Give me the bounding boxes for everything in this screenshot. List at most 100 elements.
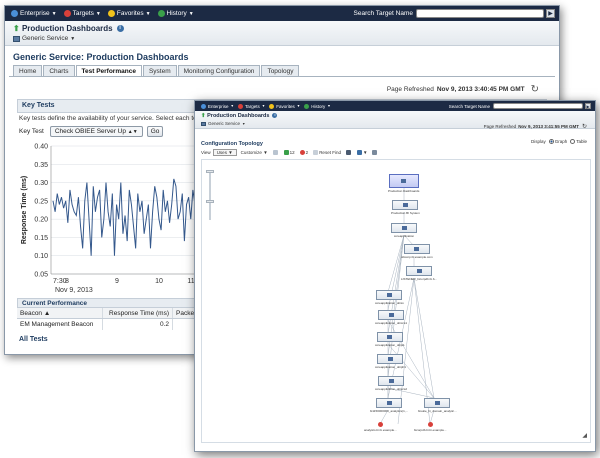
x-tick-label: 8 <box>65 278 69 285</box>
node-coreapplication[interactable]: coreapplication <box>391 223 417 238</box>
status-down-icon <box>427 422 433 427</box>
sort-ascending-icon[interactable]: ▲ <box>44 310 50 317</box>
layout-icon[interactable] <box>272 150 279 155</box>
page-header: ⬆ Production Dashboards i Generic Service… <box>5 21 559 46</box>
node-obisv[interactable]: coreapplication_obisv <box>375 290 404 305</box>
service-menu[interactable]: Generic Service ▼ <box>201 121 245 126</box>
x-date-label: Nov 9, 2013 <box>55 287 93 294</box>
menu-favorites[interactable]: Favorites ▼ <box>269 103 300 109</box>
node-production-dashboards[interactable]: Production Dashboards <box>388 174 419 193</box>
info-icon[interactable]: i <box>272 113 278 119</box>
top-menu-bar: Enterprise ▼ Targets ▼ Favorites ▼ History ▼… <box>5 6 559 21</box>
page-refreshed: Page Refreshed Nov 9, 2013 3:41:55 PM GMT… <box>483 123 587 130</box>
y-tick-label: 0.10 <box>34 253 48 260</box>
up-status-icon: ⬆ <box>201 113 206 119</box>
performance-table-header: Beacon ▲ Response Time (ms) Packetl <box>17 308 199 319</box>
find-icon <box>313 150 319 155</box>
graph-radio[interactable] <box>548 139 554 144</box>
front-window: Enterprise ▼ Targets ▼ Favorites ▼ History ▼… <box>194 100 596 452</box>
print-icon[interactable] <box>345 150 352 155</box>
topology-canvas[interactable]: Production Dashboards Production BI Syst… <box>201 159 591 443</box>
section-title: Generic Service: Production Dashboards <box>13 52 189 62</box>
topology-toolbar: View Uses ▼ Customize ▼ 12 2 Reset Find … <box>201 149 383 156</box>
response-time-chart: 0.400.350.300.250.200.150.100.057:308 9 10… <box>21 144 197 294</box>
app-icon <box>387 357 393 361</box>
options-menu[interactable]: ▼ <box>356 150 367 155</box>
current-performance-header: Current Performance <box>17 298 199 308</box>
search-go-button[interactable]: ▶ <box>546 9 555 18</box>
menu-history[interactable]: History ▼ <box>157 10 194 17</box>
menu-targets[interactable]: Targets ▼ <box>63 10 101 17</box>
key-test-select[interactable]: Check OBIEE Server Up ▲▼ <box>49 126 143 137</box>
key-tests-description: Key tests define the availability of you… <box>19 115 222 122</box>
response-time-series <box>52 178 196 256</box>
up-count[interactable]: 12 <box>283 150 295 155</box>
app-icon <box>386 293 392 297</box>
node-obiccs2[interactable]: coreapplication_obiccs2 <box>375 376 407 391</box>
node-analytics-deployment[interactable]: bi1150000000_analytics(1,... <box>370 398 408 413</box>
app-icon <box>387 335 393 339</box>
targets-icon <box>237 103 243 109</box>
refresh-icon[interactable]: ↻ <box>531 84 539 95</box>
dashboard-icon <box>401 179 407 183</box>
node-listener[interactable]: LISTENER_bicorpdb.bi.b... <box>401 266 437 281</box>
menu-enterprise[interactable]: Enterprise ▼ <box>201 103 234 109</box>
tab-divider <box>9 76 555 77</box>
host-icon <box>414 247 420 251</box>
y-tick-label: 0.15 <box>34 235 48 242</box>
y-tick-label: 0.30 <box>34 180 48 187</box>
refresh-icon[interactable]: ↻ <box>582 123 587 130</box>
search-label: Search Target Name <box>353 10 414 17</box>
y-tick-label: 0.20 <box>34 217 48 224</box>
search-go-button[interactable]: ▶ <box>585 103 591 109</box>
info-icon[interactable]: i <box>116 25 124 33</box>
col-beacon[interactable]: Beacon ▲ <box>17 308 103 318</box>
node-obiph1[interactable]: coreapplication_obiph1 <box>375 354 406 369</box>
menu-history[interactable]: History ▼ <box>304 103 331 109</box>
node-host[interactable]: obicorp.bi.example.com <box>401 244 433 259</box>
app-icon <box>388 313 394 317</box>
tools-icon[interactable] <box>372 150 378 155</box>
table-radio[interactable] <box>570 139 576 144</box>
cell-response-time: 0.2 <box>103 319 173 330</box>
reset-find-button[interactable]: Reset Find <box>313 150 341 155</box>
node-obiccs1[interactable]: coreapplication_obiccs1 <box>375 310 407 325</box>
col-response-time[interactable]: Response Time (ms) <box>103 308 173 318</box>
up-status-icon: ⬆ <box>13 24 20 33</box>
service-icon <box>13 35 20 42</box>
resize-icon[interactable]: ◢ <box>582 432 587 439</box>
top-menu-bar: Enterprise ▼ Targets ▼ Favorites ▼ History ▼… <box>195 101 595 111</box>
menu-targets[interactable]: Targets ▼ <box>237 103 265 109</box>
search-input[interactable] <box>493 103 583 109</box>
customize-menu[interactable]: Customize ▼ <box>241 150 268 155</box>
node-analytics-host[interactable]: analytics.bi.bi.example... <box>364 422 397 432</box>
key-test-label: Key Test <box>19 128 44 135</box>
go-button[interactable]: Go <box>146 126 164 137</box>
deployment-icon <box>386 401 392 405</box>
topology-title: Configuration Topology <box>201 141 263 147</box>
search-input[interactable] <box>416 9 544 18</box>
service-menu[interactable]: Generic Service ▼ <box>13 35 75 42</box>
menu-enterprise[interactable]: Enterprise ▼ <box>11 10 57 17</box>
down-count[interactable]: 2 <box>299 150 308 155</box>
node-production-bi-system[interactable]: Production BI System <box>391 200 420 215</box>
view-select[interactable]: Uses ▼ <box>212 149 237 156</box>
targets-icon <box>63 10 71 17</box>
page-title: ⬆ Production Dashboards i <box>201 113 278 119</box>
enterprise-icon <box>11 10 18 17</box>
options-icon <box>356 150 362 155</box>
status-down-icon <box>377 422 383 427</box>
page-title: ⬆ Production Dashboards i <box>13 24 124 33</box>
node-obijs1[interactable]: coreapplication_obijs1 <box>375 332 405 347</box>
y-tick-label: 0.35 <box>34 162 48 169</box>
menu-favorites[interactable]: Favorites ▼ <box>107 10 151 17</box>
history-icon <box>304 103 310 109</box>
node-bi-domain[interactable]: bisuite_bi_domain_analytic... <box>418 398 457 413</box>
y-axis-label: Response Time (ms) <box>21 176 28 244</box>
cell-beacon: EM Management Beacon <box>17 319 103 330</box>
down-icon <box>299 150 305 155</box>
table-row[interactable]: EM Management Beacon 0.2 <box>17 319 199 330</box>
node-database[interactable]: bicorpdb.bi.bi.example... <box>414 422 447 432</box>
y-tick-label: 0.05 <box>34 272 48 279</box>
domain-icon <box>434 401 440 405</box>
